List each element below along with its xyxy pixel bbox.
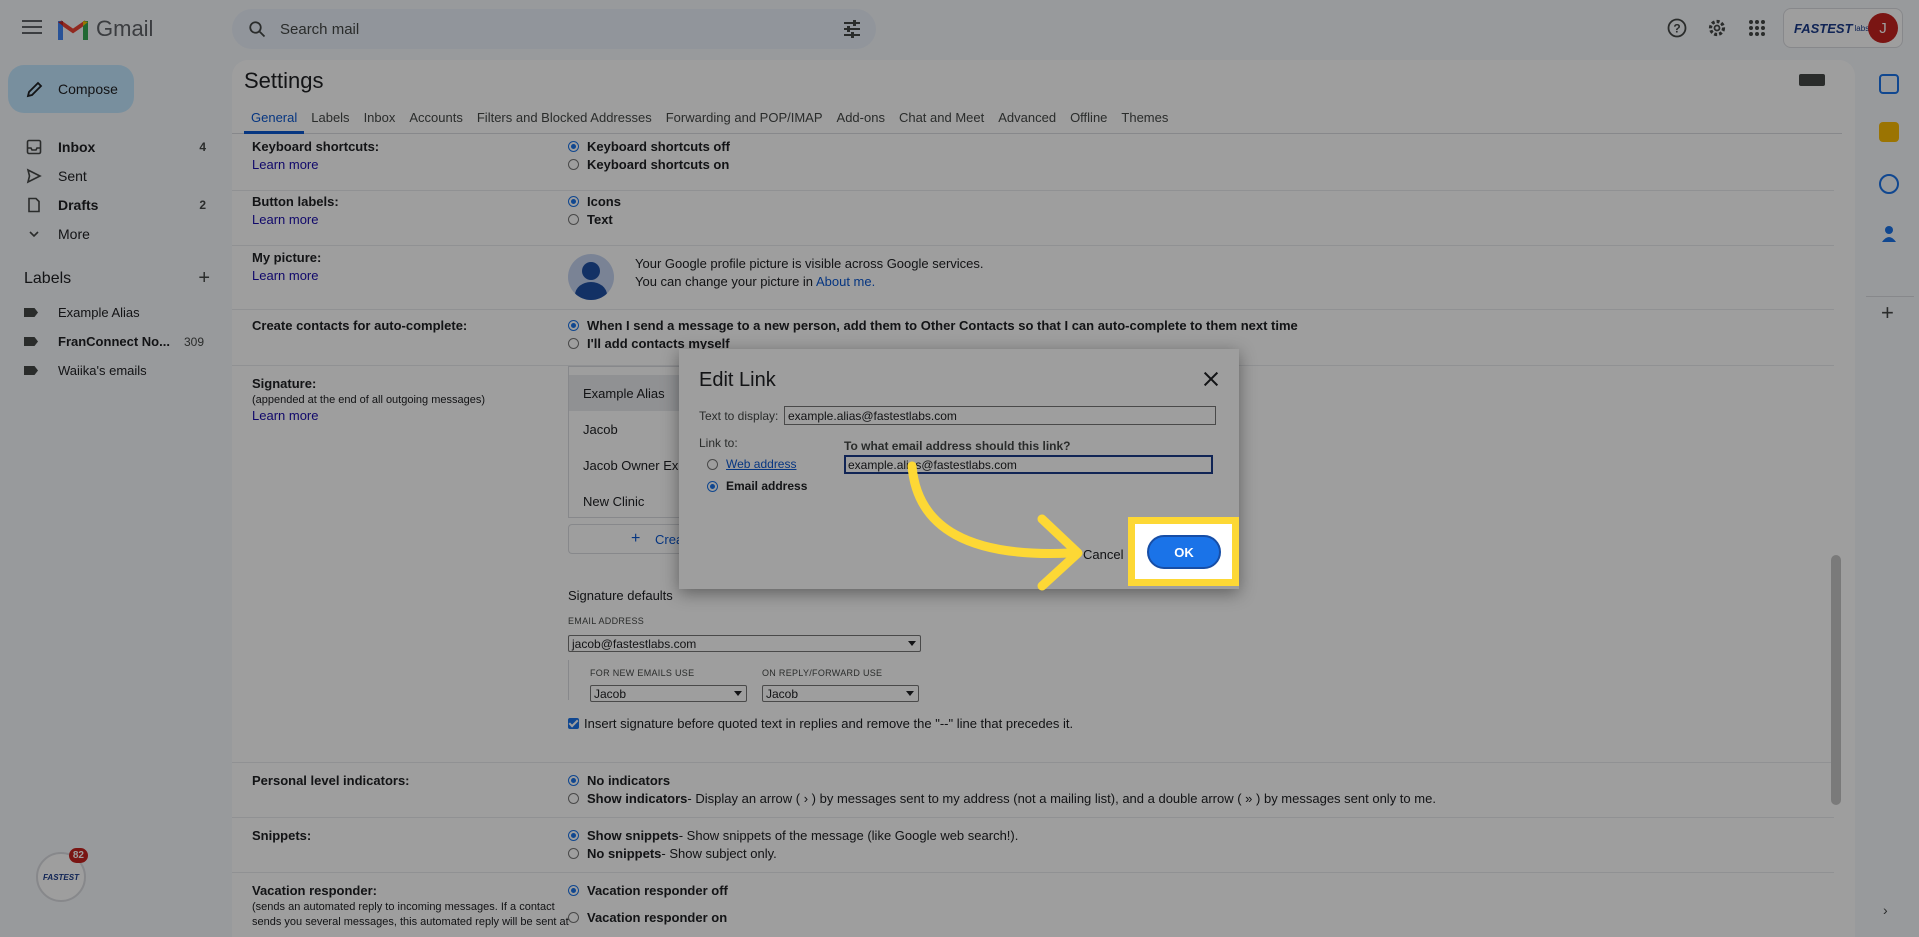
- option-label: Email address: [726, 479, 808, 493]
- web-address-option[interactable]: Web address: [707, 457, 796, 471]
- radio-on[interactable]: [707, 480, 718, 492]
- text-display-input[interactable]: example.alias@fastestlabs.com: [784, 406, 1216, 425]
- radio-off[interactable]: [707, 458, 718, 470]
- text-display-label: Text to display:: [699, 409, 779, 423]
- ok-button-highlight: OK: [1128, 517, 1239, 586]
- dialog-title: Edit Link: [699, 369, 776, 391]
- link-to-label: Link to:: [699, 436, 738, 450]
- email-question-label: To what email address should this link?: [844, 439, 1071, 453]
- web-address-link[interactable]: Web address: [726, 457, 796, 471]
- email-address-input[interactable]: example.alias@fastestlabs.com: [844, 455, 1213, 474]
- ok-button[interactable]: OK: [1147, 535, 1221, 569]
- email-address-option[interactable]: Email address: [707, 479, 807, 493]
- cancel-button[interactable]: Cancel: [1083, 547, 1123, 562]
- close-icon[interactable]: [1201, 369, 1221, 389]
